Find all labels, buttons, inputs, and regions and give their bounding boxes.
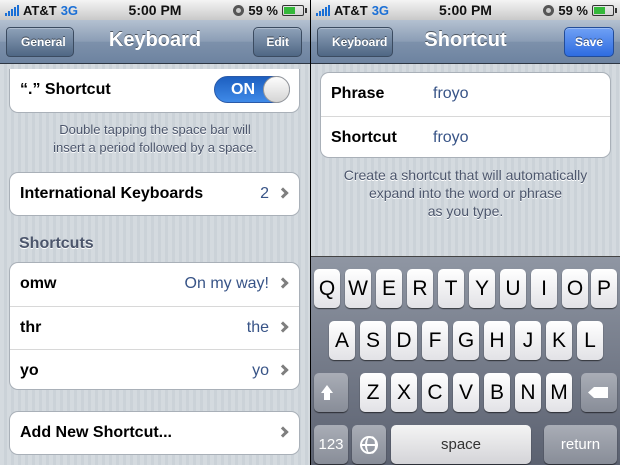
shortcuts-list: omw On my way! thr the yo yo: [9, 262, 300, 390]
battery-icon: [592, 5, 617, 16]
key-j[interactable]: J: [515, 321, 541, 360]
edit-button[interactable]: Edit: [253, 27, 302, 57]
shortcut-hint-line: Create a shortcut that will automaticall…: [343, 167, 588, 183]
key-o[interactable]: O: [562, 269, 588, 308]
key-e[interactable]: E: [376, 269, 402, 308]
key-u[interactable]: U: [500, 269, 526, 308]
shortcut-form: Phrase froyo Shortcut froyo: [320, 72, 611, 158]
globe-icon: [360, 435, 378, 454]
international-keyboards-label: International Keyboards: [20, 185, 204, 202]
list-item[interactable]: thr the: [10, 306, 299, 349]
shortcuts-section-header: Shortcuts: [19, 235, 94, 252]
shift-arrow-icon[interactable]: [314, 373, 348, 412]
period-footnote-line: Double tapping the space bar will: [59, 122, 251, 137]
shortcut-field[interactable]: froyo: [433, 129, 469, 147]
key-w[interactable]: W: [345, 269, 371, 308]
period-footnote: Double tapping the space bar will insert…: [20, 121, 290, 157]
key-d[interactable]: D: [391, 321, 417, 360]
key-x[interactable]: X: [391, 373, 417, 412]
key-m[interactable]: M: [546, 373, 572, 412]
period-shortcut-toggle[interactable]: ON: [214, 76, 290, 103]
rotation-lock-icon: [543, 5, 555, 16]
key-n[interactable]: N: [515, 373, 541, 412]
battery-percent: 59 %: [558, 3, 588, 18]
phrase-row[interactable]: Phrase froyo: [321, 73, 610, 116]
add-new-shortcut-label: Add New Shortcut...: [20, 424, 172, 441]
status-bar: AT&T 3G 5:00 PM 59 %: [311, 0, 620, 20]
chevron-right-icon: [277, 364, 289, 376]
period-shortcut-label: “.” Shortcut: [20, 81, 111, 98]
key-y[interactable]: Y: [469, 269, 495, 308]
shortcut-row[interactable]: Shortcut froyo: [321, 116, 610, 157]
toggle-state-label: ON: [231, 81, 255, 98]
space-key[interactable]: space: [391, 425, 531, 464]
shortcut-phrase: On my way!: [184, 275, 269, 292]
chevron-right-icon: [277, 426, 289, 438]
key-v[interactable]: V: [453, 373, 479, 412]
phrase-field[interactable]: froyo: [433, 85, 469, 103]
shortcut-phrase: yo: [252, 362, 269, 379]
key-k[interactable]: K: [546, 321, 572, 360]
battery-percent: 59 %: [248, 3, 278, 18]
shortcut-hint-line: as you type.: [427, 203, 504, 219]
key-b[interactable]: B: [484, 373, 510, 412]
key-a[interactable]: A: [329, 321, 355, 360]
status-bar: AT&T 3G 5:00 PM 59 %: [0, 0, 310, 20]
shortcut-key: thr: [20, 319, 42, 336]
list-item[interactable]: omw On my way!: [10, 263, 299, 306]
backspace-icon[interactable]: [581, 373, 617, 412]
key-t[interactable]: T: [438, 269, 464, 308]
key-s[interactable]: S: [360, 321, 386, 360]
key-l[interactable]: L: [577, 321, 603, 360]
international-keyboards-group: International Keyboards 2: [9, 172, 300, 216]
return-key[interactable]: return: [544, 425, 617, 464]
shortcut-label: Shortcut: [331, 129, 397, 146]
period-shortcut-row: “.” Shortcut ON: [10, 69, 299, 112]
add-shortcut-group: Add New Shortcut...: [9, 411, 300, 455]
rotation-lock-icon: [233, 5, 245, 16]
battery-icon: [282, 5, 307, 16]
period-shortcut-group: “.” Shortcut ON: [9, 69, 300, 113]
international-keyboards-row[interactable]: International Keyboards 2: [10, 173, 299, 215]
key-z[interactable]: Z: [360, 373, 386, 412]
chevron-right-icon: [277, 321, 289, 333]
shortcut-edit-screen: AT&T 3G 5:00 PM 59 % Keyboard Shortcut S…: [311, 0, 620, 465]
navigation-bar: General Keyboard Edit: [0, 20, 310, 64]
phrase-label: Phrase: [331, 85, 385, 102]
list-item[interactable]: yo yo: [10, 349, 299, 389]
shortcut-key: omw: [20, 275, 57, 292]
key-f[interactable]: F: [422, 321, 448, 360]
key-p[interactable]: P: [591, 269, 617, 308]
period-footnote-line: insert a period followed by a space.: [53, 140, 257, 155]
globe-key[interactable]: [352, 425, 386, 464]
shortcut-hint: Create a shortcut that will automaticall…: [321, 166, 610, 220]
keyboard-settings-screen: AT&T 3G 5:00 PM 59 % General Keyboard Ed…: [0, 0, 310, 465]
key-i[interactable]: I: [531, 269, 557, 308]
numbers-key[interactable]: 123: [314, 425, 348, 464]
add-new-shortcut-button[interactable]: Add New Shortcut...: [10, 412, 299, 454]
key-g[interactable]: G: [453, 321, 479, 360]
on-screen-keyboard: Q W E R T Y U I O P A S D F G H J K L Z …: [311, 256, 620, 465]
save-button[interactable]: Save: [563, 27, 614, 57]
navigation-bar: Keyboard Shortcut Save: [311, 20, 620, 64]
toggle-knob: [263, 76, 290, 103]
international-keyboards-count: 2: [260, 185, 269, 202]
key-r[interactable]: R: [407, 269, 433, 308]
shortcut-key: yo: [20, 362, 39, 379]
shortcut-hint-line: expand into the word or phrase: [368, 185, 562, 201]
key-q[interactable]: Q: [314, 269, 340, 308]
key-h[interactable]: H: [484, 321, 510, 360]
chevron-right-icon: [277, 187, 289, 199]
chevron-right-icon: [277, 277, 289, 289]
key-c[interactable]: C: [422, 373, 448, 412]
shortcut-phrase: the: [246, 319, 269, 336]
